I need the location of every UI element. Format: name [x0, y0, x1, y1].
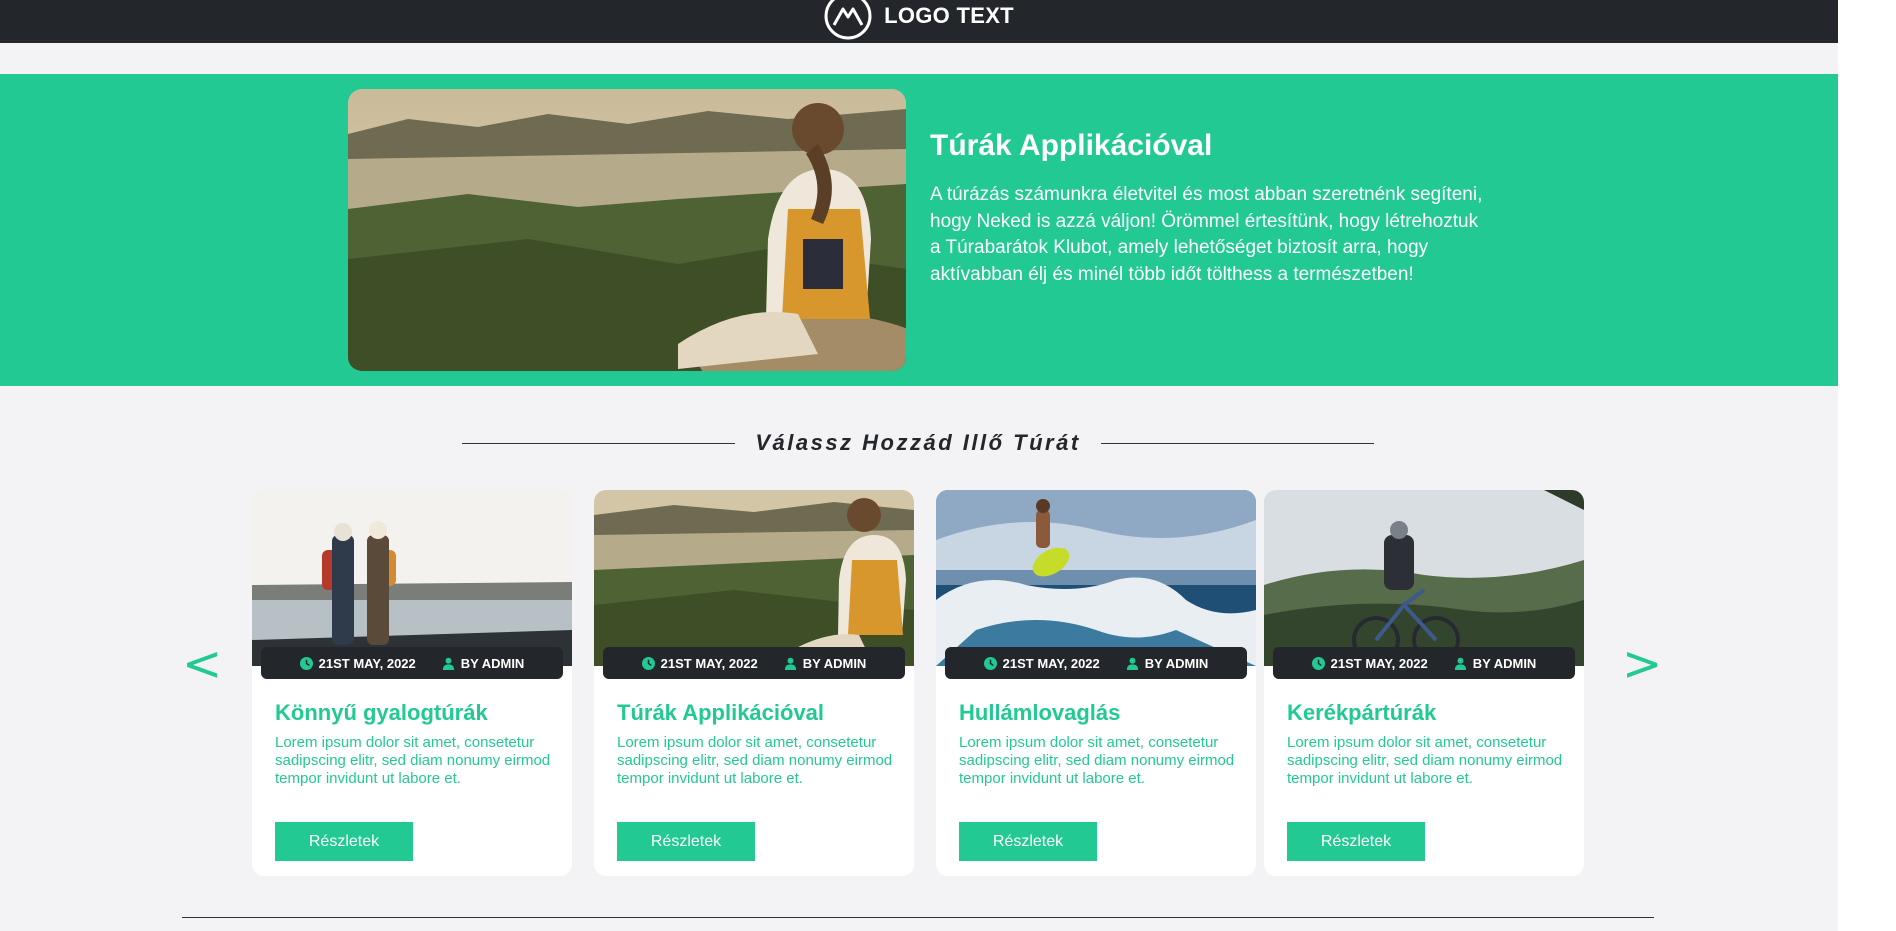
card-image — [1264, 490, 1584, 666]
card-image — [594, 490, 914, 666]
card-title[interactable]: Könnyű gyalogtúrák — [275, 700, 488, 726]
hero-title: Túrák Applikációval — [930, 129, 1213, 162]
tour-card: 21ST MAY, 2022 BY ADMIN Hullámlovaglás L… — [936, 490, 1256, 876]
clock-icon — [299, 656, 313, 670]
carousel-prev-button[interactable]: < — [182, 640, 222, 688]
card-description: Lorem ipsum dolor sit amet, consetetur s… — [275, 734, 551, 787]
top-navbar: LOGO TEXT — [0, 0, 1838, 43]
details-button[interactable]: Részletek — [275, 822, 413, 861]
card-date: 21ST MAY, 2022 — [660, 655, 758, 671]
divider-left — [462, 442, 736, 444]
card-date: 21ST MAY, 2022 — [318, 655, 416, 671]
card-image — [252, 490, 572, 666]
card-meta-bar: 21ST MAY, 2022 BY ADMIN — [261, 647, 563, 679]
carousel-next-button[interactable]: > — [1622, 640, 1662, 688]
user-icon — [1126, 657, 1138, 670]
mountain-logo-icon — [824, 0, 872, 39]
card-meta-bar: 21ST MAY, 2022 BY ADMIN — [945, 647, 1247, 679]
footer-divider — [182, 917, 1654, 918]
user-icon — [1454, 657, 1466, 670]
clock-icon — [1311, 656, 1325, 670]
tour-card: 21ST MAY, 2022 BY ADMIN Kerékpártúrák Lo… — [1264, 490, 1584, 876]
card-author: BY ADMIN — [802, 655, 867, 671]
divider-right — [1100, 442, 1374, 444]
clock-icon — [983, 656, 997, 670]
details-button[interactable]: Részletek — [1287, 822, 1425, 861]
details-button[interactable]: Részletek — [617, 822, 755, 861]
card-author: BY ADMIN — [1144, 655, 1209, 671]
user-icon — [784, 657, 796, 670]
card-author: BY ADMIN — [460, 655, 525, 671]
card-title[interactable]: Kerékpártúrák — [1287, 700, 1436, 726]
tour-card: 21ST MAY, 2022 BY ADMIN Könnyű gyalogtúr… — [252, 490, 572, 876]
page-edge — [1838, 0, 1896, 931]
card-meta-bar: 21ST MAY, 2022 BY ADMIN — [1273, 647, 1575, 679]
hero-image — [348, 89, 906, 371]
details-button[interactable]: Részletek — [959, 822, 1097, 861]
card-author: BY ADMIN — [1472, 655, 1537, 671]
logo[interactable]: LOGO TEXT — [824, 0, 1014, 40]
section-heading: Válassz Hozzád Illő Túrát — [462, 428, 1374, 458]
card-image — [936, 490, 1256, 666]
tour-card: 21ST MAY, 2022 BY ADMIN Túrák Applikáció… — [594, 490, 914, 876]
card-title[interactable]: Hullámlovaglás — [959, 700, 1120, 726]
card-meta-bar: 21ST MAY, 2022 BY ADMIN — [603, 647, 905, 679]
card-title[interactable]: Túrák Applikációval — [617, 700, 824, 726]
hero-description: A túrázás számunkra életvitel és most ab… — [930, 184, 1483, 285]
card-description: Lorem ipsum dolor sit amet, consetetur s… — [959, 734, 1235, 787]
card-date: 21ST MAY, 2022 — [1330, 655, 1428, 671]
clock-icon — [641, 656, 655, 670]
hero-banner: Túrák Applikációval A túrázás számunkra … — [0, 74, 1838, 386]
logo-text: LOGO TEXT — [884, 2, 1014, 28]
user-icon — [442, 657, 454, 670]
card-description: Lorem ipsum dolor sit amet, consetetur s… — [617, 734, 893, 787]
card-date: 21ST MAY, 2022 — [1002, 655, 1100, 671]
card-description: Lorem ipsum dolor sit amet, consetetur s… — [1287, 734, 1563, 787]
section-title: Válassz Hozzád Illő Túrát — [755, 430, 1081, 455]
